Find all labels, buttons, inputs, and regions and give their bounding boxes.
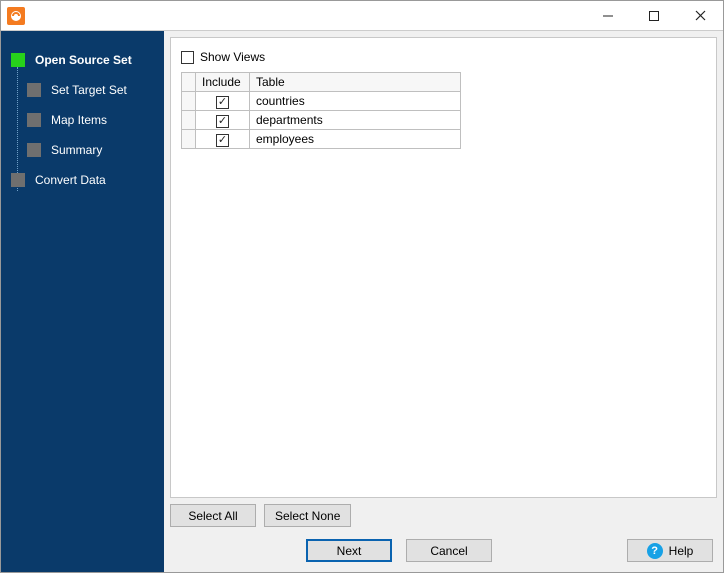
minimize-button[interactable] xyxy=(585,1,631,31)
step-label: Map Items xyxy=(51,113,107,127)
step-map-items[interactable]: Map Items xyxy=(1,105,164,135)
step-label: Open Source Set xyxy=(35,53,132,67)
include-cell xyxy=(196,92,250,111)
step-indicator-icon xyxy=(11,173,25,187)
step-set-target-set[interactable]: Set Target Set xyxy=(1,75,164,105)
include-cell xyxy=(196,130,250,149)
main-panel: Show Views Include Table countriesdepart… xyxy=(164,31,723,572)
content-area: Show Views Include Table countriesdepart… xyxy=(170,37,717,498)
step-indicator-icon xyxy=(11,53,25,67)
step-convert-data[interactable]: Convert Data xyxy=(1,165,164,195)
help-icon: ? xyxy=(647,543,663,559)
next-button[interactable]: Next xyxy=(306,539,392,562)
show-views-checkbox[interactable] xyxy=(181,51,194,64)
column-header-include[interactable]: Include xyxy=(196,73,250,92)
step-indicator-icon xyxy=(27,113,41,127)
tables-grid: Include Table countriesdepartmentsemploy… xyxy=(181,72,461,149)
row-header xyxy=(182,92,196,111)
show-views-label: Show Views xyxy=(200,50,265,64)
step-summary[interactable]: Summary xyxy=(1,135,164,165)
include-checkbox[interactable] xyxy=(216,96,229,109)
step-label: Set Target Set xyxy=(51,83,127,97)
include-cell xyxy=(196,111,250,130)
wizard-sidebar: Open Source Set Set Target Set Map Items… xyxy=(1,31,164,572)
app-icon xyxy=(7,7,25,25)
table-row[interactable]: departments xyxy=(182,111,461,130)
select-all-button[interactable]: Select All xyxy=(170,504,256,527)
step-open-source-set[interactable]: Open Source Set xyxy=(1,45,164,75)
table-name-cell: departments xyxy=(250,111,461,130)
step-indicator-icon xyxy=(27,83,41,97)
row-header xyxy=(182,111,196,130)
include-checkbox[interactable] xyxy=(216,134,229,147)
wizard-footer: Next Cancel ? Help xyxy=(164,531,723,572)
select-none-button[interactable]: Select None xyxy=(264,504,351,527)
include-checkbox[interactable] xyxy=(216,115,229,128)
column-header-table[interactable]: Table xyxy=(250,73,461,92)
help-button[interactable]: ? Help xyxy=(627,539,713,562)
table-row[interactable]: countries xyxy=(182,92,461,111)
close-button[interactable] xyxy=(677,1,723,31)
step-label: Summary xyxy=(51,143,102,157)
step-label: Convert Data xyxy=(35,173,106,187)
window-controls xyxy=(585,1,723,31)
help-label: Help xyxy=(669,544,694,558)
maximize-button[interactable] xyxy=(631,1,677,31)
row-header xyxy=(182,130,196,149)
step-indicator-icon xyxy=(27,143,41,157)
cancel-button[interactable]: Cancel xyxy=(406,539,492,562)
table-name-cell: countries xyxy=(250,92,461,111)
wizard-window: Open Source Set Set Target Set Map Items… xyxy=(0,0,724,573)
table-row[interactable]: employees xyxy=(182,130,461,149)
titlebar xyxy=(1,1,723,31)
table-name-cell: employees xyxy=(250,130,461,149)
grid-corner xyxy=(182,73,196,92)
selection-buttons: Select All Select None xyxy=(170,504,717,527)
